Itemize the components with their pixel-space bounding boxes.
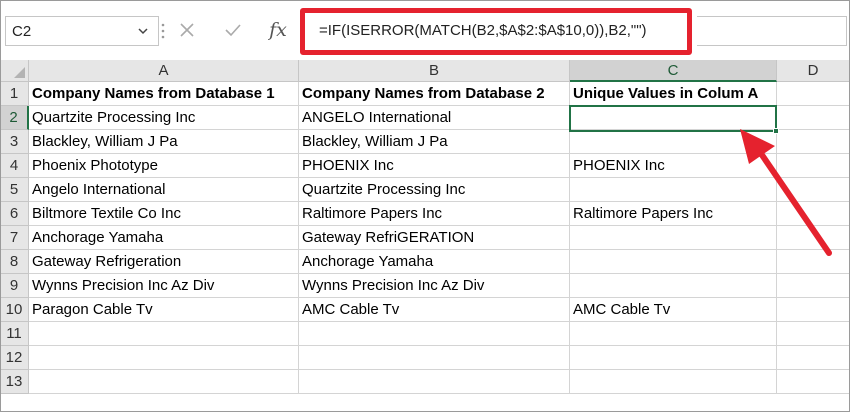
- enter-button[interactable]: [216, 14, 250, 46]
- select-all-triangle-icon: [14, 67, 25, 78]
- cell-a3[interactable]: Blackley, William J Pa: [29, 130, 299, 154]
- cell-a12[interactable]: [29, 346, 299, 370]
- cell-b10[interactable]: AMC Cable Tv: [299, 298, 570, 322]
- cell-d10[interactable]: [777, 298, 850, 322]
- cell-b1[interactable]: Company Names from Database 2: [299, 82, 570, 106]
- formula-input[interactable]: =IF(ISERROR(MATCH(B2,$A$2:$A$10,0)),B2,"…: [300, 8, 692, 55]
- cell-b13[interactable]: [299, 370, 570, 394]
- column-header-a[interactable]: A: [29, 60, 299, 82]
- cell-a4[interactable]: Phoenix Phototype: [29, 154, 299, 178]
- formula-text: =IF(ISERROR(MATCH(B2,$A$2:$A$10,0)),B2,"…: [319, 22, 647, 39]
- cell-b9[interactable]: Wynns Precision Inc Az Div: [299, 274, 570, 298]
- cell-c13[interactable]: [570, 370, 777, 394]
- cancel-icon: [180, 23, 194, 37]
- cell-b12[interactable]: [299, 346, 570, 370]
- row-header-10[interactable]: 10: [0, 298, 29, 322]
- row-header-12[interactable]: 12: [0, 346, 29, 370]
- cell-b7[interactable]: Gateway RefriGERATION: [299, 226, 570, 250]
- row-header-2[interactable]: 2: [0, 106, 29, 130]
- cell-a5[interactable]: Angelo International: [29, 178, 299, 202]
- cell-d2[interactable]: [777, 106, 850, 130]
- row-header-9[interactable]: 9: [0, 274, 29, 298]
- row-header-6[interactable]: 6: [0, 202, 29, 226]
- cell-c9[interactable]: [570, 274, 777, 298]
- cell-d3[interactable]: [777, 130, 850, 154]
- cell-c4[interactable]: PHOENIX Inc: [570, 154, 777, 178]
- name-box[interactable]: C2: [5, 16, 159, 46]
- fill-handle[interactable]: [773, 128, 779, 134]
- insert-function-button[interactable]: fx: [261, 14, 295, 46]
- column-header-b[interactable]: B: [299, 60, 570, 82]
- row-header-5[interactable]: 5: [0, 178, 29, 202]
- cell-d7[interactable]: [777, 226, 850, 250]
- row-header-8[interactable]: 8: [0, 250, 29, 274]
- cell-d12[interactable]: [777, 346, 850, 370]
- row-header-3[interactable]: 3: [0, 130, 29, 154]
- cell-a13[interactable]: [29, 370, 299, 394]
- enter-icon: [225, 24, 241, 37]
- worksheet-grid: A B C D 1 Company Names from Database 1 Co…: [0, 60, 850, 412]
- active-cell-c2[interactable]: [569, 105, 777, 132]
- cell-a11[interactable]: [29, 322, 299, 346]
- cell-c1[interactable]: Unique Values in Colum A: [570, 82, 777, 106]
- row-header-4[interactable]: 4: [0, 154, 29, 178]
- cell-d4[interactable]: [777, 154, 850, 178]
- row-header-7[interactable]: 7: [0, 226, 29, 250]
- cell-c12[interactable]: [570, 346, 777, 370]
- cell-b8[interactable]: Anchorage Yamaha: [299, 250, 570, 274]
- resize-handle-icon[interactable]: [160, 20, 166, 42]
- select-all-button[interactable]: [0, 60, 29, 82]
- cell-b11[interactable]: [299, 322, 570, 346]
- cell-b2[interactable]: ANGELO International: [299, 106, 570, 130]
- cell-b6[interactable]: Raltimore Papers Inc: [299, 202, 570, 226]
- row-header-11[interactable]: 11: [0, 322, 29, 346]
- chevron-down-icon[interactable]: [136, 24, 150, 38]
- cell-a9[interactable]: Wynns Precision Inc Az Div: [29, 274, 299, 298]
- cell-d13[interactable]: [777, 370, 850, 394]
- column-header-d[interactable]: D: [777, 60, 850, 82]
- formula-bar: C2 fx =IF(ISERROR(MATCH(B2,$A$2:$A$10,0)…: [0, 0, 850, 60]
- name-box-value: C2: [12, 23, 32, 40]
- cancel-button[interactable]: [170, 14, 204, 46]
- cell-c11[interactable]: [570, 322, 777, 346]
- cell-d1[interactable]: [777, 82, 850, 106]
- cell-b5[interactable]: Quartzite Processing Inc: [299, 178, 570, 202]
- cell-c3[interactable]: [570, 130, 777, 154]
- cell-b3[interactable]: Blackley, William J Pa: [299, 130, 570, 154]
- cell-c8[interactable]: [570, 250, 777, 274]
- cell-a8[interactable]: Gateway Refrigeration: [29, 250, 299, 274]
- formula-input-extension[interactable]: [697, 16, 847, 46]
- cell-c5[interactable]: [570, 178, 777, 202]
- fx-icon: fx: [269, 19, 287, 41]
- cell-d11[interactable]: [777, 322, 850, 346]
- cell-a10[interactable]: Paragon Cable Tv: [29, 298, 299, 322]
- cell-a1[interactable]: Company Names from Database 1: [29, 82, 299, 106]
- cell-a6[interactable]: Biltmore Textile Co Inc: [29, 202, 299, 226]
- cell-c7[interactable]: [570, 226, 777, 250]
- cell-d6[interactable]: [777, 202, 850, 226]
- row-header-13[interactable]: 13: [0, 370, 29, 394]
- column-header-c[interactable]: C: [570, 60, 777, 82]
- cell-d5[interactable]: [777, 178, 850, 202]
- cell-c6[interactable]: Raltimore Papers Inc: [570, 202, 777, 226]
- cell-d9[interactable]: [777, 274, 850, 298]
- cell-d8[interactable]: [777, 250, 850, 274]
- cell-c10[interactable]: AMC Cable Tv: [570, 298, 777, 322]
- cell-a2[interactable]: Quartzite Processing Inc: [29, 106, 299, 130]
- row-header-1[interactable]: 1: [0, 82, 29, 106]
- cell-b4[interactable]: PHOENIX Inc: [299, 154, 570, 178]
- cell-a7[interactable]: Anchorage Yamaha: [29, 226, 299, 250]
